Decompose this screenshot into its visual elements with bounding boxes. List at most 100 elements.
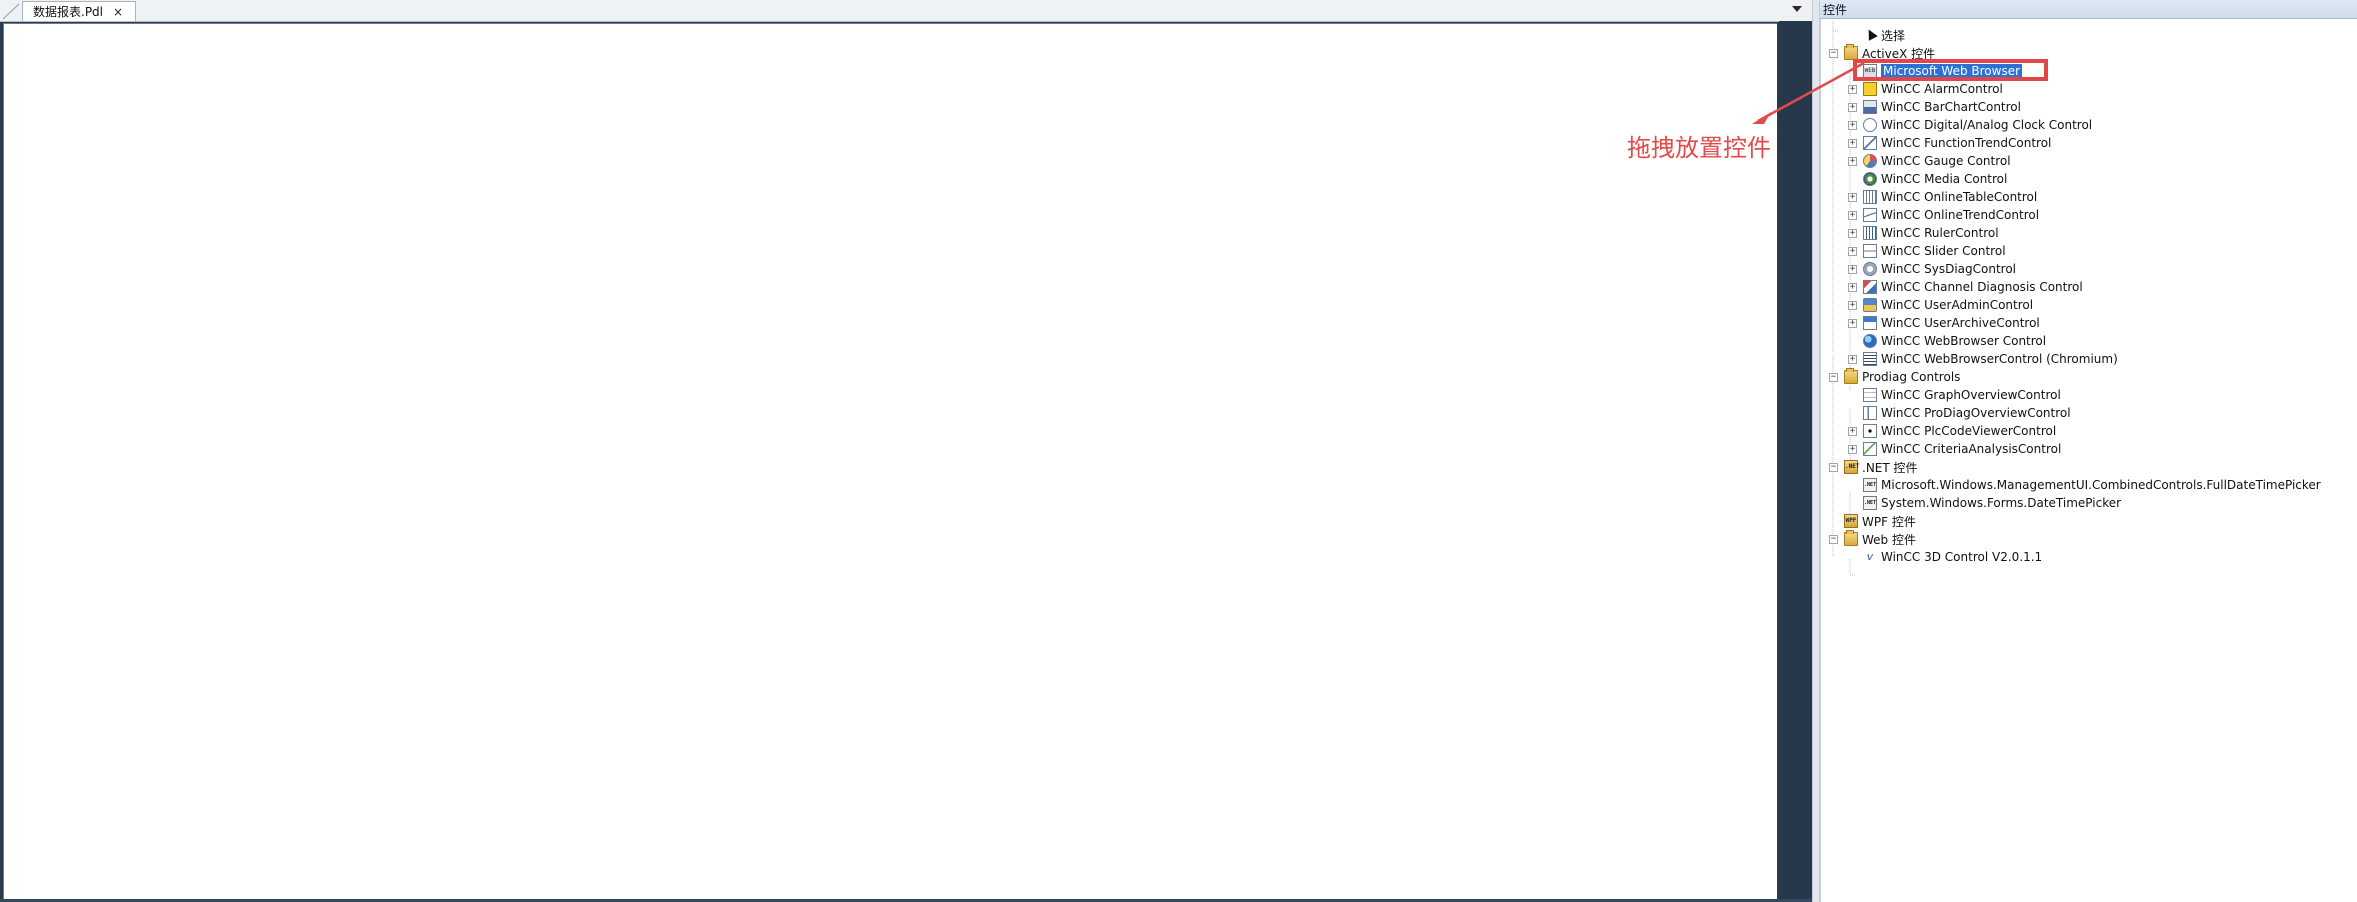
expand-icon[interactable]: + (1848, 354, 1857, 364)
bar-chart-icon (1863, 100, 1877, 114)
collapse-icon[interactable]: − (1829, 48, 1838, 58)
tree-item[interactable]: WinCC WebBrowser Control (1848, 332, 2046, 350)
expand-icon[interactable]: + (1848, 156, 1857, 166)
online-trend-icon (1863, 208, 1877, 222)
wpf-folder-icon: WPF (1844, 514, 1858, 528)
tree-item-label: WPF 控件 (1862, 514, 1916, 529)
tree-item[interactable]: 选择 (1848, 26, 1905, 44)
tree-item-label: WinCC GraphOverviewControl (1881, 388, 2061, 402)
tree-item-label: Microsoft.Windows.ManagementUI.CombinedC… (1881, 478, 2321, 492)
tree-item[interactable]: + WinCC Slider Control (1848, 242, 2006, 260)
tree-item[interactable]: + WinCC SysDiagControl (1848, 260, 2016, 278)
tree-item[interactable]: WinCC ProDiagOverviewControl (1848, 404, 2071, 422)
tree-item[interactable]: .NET System.Windows.Forms.DateTimePicker (1848, 494, 2121, 512)
tree-item[interactable]: .NET Microsoft.Windows.ManagementUI.Combi… (1848, 476, 2321, 494)
tree-item[interactable]: + WinCC UserArchiveControl (1848, 314, 2040, 332)
tree-item-label: WinCC ProDiagOverviewControl (1881, 406, 2071, 420)
drawing-canvas[interactable] (3, 23, 1777, 900)
expand-icon[interactable]: + (1848, 246, 1857, 256)
media-icon (1863, 172, 1877, 186)
net-folder-icon: .NET (1844, 460, 1859, 474)
expand-icon[interactable]: + (1848, 228, 1857, 238)
tree-item-label: WinCC SysDiagControl (1881, 262, 2017, 276)
user-admin-icon (1863, 298, 1877, 312)
tree-item[interactable]: + WinCC UserAdminControl (1848, 296, 2033, 314)
controls-panel-header: 控件 (1820, 0, 2357, 19)
tree-item[interactable]: + WinCC OnlineTrendControl (1848, 206, 2039, 224)
clock-icon (1863, 118, 1877, 132)
tree-item[interactable]: + WinCC BarChartControl (1848, 98, 2021, 116)
document-tab[interactable]: 数据报表.Pdl × (22, 1, 136, 21)
controls-panel-title: 控件 (1823, 2, 1848, 17)
expand-icon[interactable]: + (1848, 426, 1857, 436)
tree-item-label: WinCC CriteriaAnalysisControl (1881, 442, 2062, 456)
tree-item-label: WinCC PlcCodeViewerControl (1881, 424, 2057, 438)
sysdiag-icon (1863, 262, 1877, 276)
web-icon (1863, 334, 1877, 348)
tree-item[interactable]: + WinCC CriteriaAnalysisControl (1848, 440, 2061, 458)
tree-item-label: System.Windows.Forms.DateTimePicker (1881, 496, 2122, 510)
graph-overview-icon (1863, 388, 1877, 402)
tree-item-label: WinCC WebBrowser Control (1881, 334, 2047, 348)
criteria-analysis-icon (1863, 442, 1877, 456)
tree-item[interactable]: v WinCC 3D Control V2.0.1.1 (1848, 548, 2042, 566)
tree-item[interactable]: WinCC GraphOverviewControl (1848, 386, 2061, 404)
ruler-icon (1863, 226, 1877, 240)
online-table-icon (1863, 190, 1877, 204)
tree-item[interactable]: + WinCC FunctionTrendControl (1848, 134, 2051, 152)
document-tab-title: 数据报表.Pdl (33, 5, 104, 19)
close-icon[interactable]: × (113, 6, 123, 18)
chevron-down-icon[interactable] (1792, 6, 1802, 12)
tree-item[interactable]: + WinCC WebBrowserControl (Chromium) (1848, 350, 2118, 368)
expand-icon[interactable]: + (1848, 264, 1857, 274)
tab-edge-decoration (2, 3, 20, 20)
editor-side-strip (1779, 21, 1812, 902)
tree-item[interactable]: WinCC Media Control (1848, 170, 2007, 188)
tree-item[interactable]: + WinCC Channel Diagnosis Control (1848, 278, 2083, 296)
browser-chromium-icon (1863, 352, 1877, 366)
expand-icon[interactable]: + (1848, 444, 1857, 454)
expand-icon[interactable]: + (1848, 138, 1857, 148)
application-window: 数据报表.Pdl × 控件 选择 − ActiveX 控件 WEB Microsoft … (0, 0, 2357, 902)
expand-icon[interactable]: + (1848, 300, 1857, 310)
wincc-3d-icon: v (1866, 550, 1874, 563)
alarm-control-icon (1863, 82, 1877, 96)
tree-item[interactable]: − Web 控件 (1829, 530, 1916, 548)
expand-icon[interactable]: + (1848, 210, 1857, 220)
expand-icon[interactable]: + (1848, 282, 1857, 292)
tree-item[interactable]: + WinCC OnlineTableControl (1848, 188, 2037, 206)
user-archive-icon (1863, 316, 1877, 330)
expand-icon[interactable]: + (1848, 192, 1857, 202)
slider-icon (1863, 244, 1877, 258)
gauge-icon (1863, 154, 1877, 168)
tree-item-label: WinCC OnlineTrendControl (1881, 208, 2040, 222)
expand-icon[interactable]: + (1848, 318, 1857, 328)
tree-item[interactable]: WPF WPF 控件 (1829, 512, 1916, 530)
tree-item-label: WinCC Digital/Analog Clock Control (1881, 118, 2093, 132)
panel-splitter[interactable] (1812, 0, 1820, 902)
collapse-icon[interactable]: − (1829, 534, 1838, 544)
tree-item[interactable]: − .NET .NET 控件 (1829, 458, 1918, 476)
tree-item[interactable]: + WinCC AlarmControl (1848, 80, 2003, 98)
tree-item[interactable]: + WinCC PlcCodeViewerControl (1848, 422, 2056, 440)
tree-item[interactable]: + WinCC Digital/Analog Clock Control (1848, 116, 2092, 134)
tree-item-label: WinCC WebBrowserControl (Chromium) (1881, 352, 2118, 366)
tree-item-label: Prodiag Controls (1862, 370, 1961, 384)
drag-place-control-annotation: 拖拽放置控件 (1627, 134, 1771, 162)
collapse-icon[interactable]: − (1829, 462, 1838, 472)
tree-item-label: 选择 (1881, 28, 1906, 43)
tree-item-label: WinCC UserArchiveControl (1881, 316, 2040, 330)
tree-item[interactable]: + WinCC Gauge Control (1848, 152, 2011, 170)
tree-item[interactable]: + WinCC RulerControl (1848, 224, 1999, 242)
pointer-icon (1863, 28, 1877, 42)
tree-item[interactable]: − Prodiag Controls (1829, 368, 1960, 386)
tree-item-label: WinCC BarChartControl (1881, 100, 2021, 114)
function-trend-icon (1863, 136, 1877, 150)
collapse-icon[interactable]: − (1829, 372, 1838, 382)
